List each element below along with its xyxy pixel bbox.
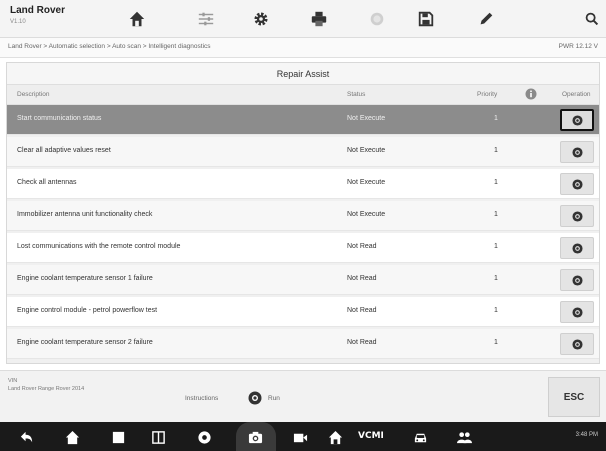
row-priority: 1	[494, 339, 498, 346]
row-priority: 1	[494, 147, 498, 154]
gear-icon[interactable]	[251, 9, 271, 29]
breadcrumb: Land Rover > Automatic selection > Auto …	[8, 43, 211, 50]
row-priority: 1	[494, 179, 498, 186]
table-body: Start communication status Not Execute 1 Cl…	[7, 105, 599, 359]
run-icon	[571, 306, 583, 318]
table-row[interactable]: Clear all adaptive values reset Not Execu…	[7, 137, 599, 167]
row-description: Start communication status	[17, 115, 102, 122]
row-status: Not Read	[347, 307, 377, 314]
operation-button[interactable]	[560, 173, 594, 195]
top-toolbar: Land Rover V1.10	[0, 0, 606, 38]
row-priority: 1	[494, 307, 498, 314]
row-status: Not Read	[347, 339, 377, 346]
row-status: Not Execute	[347, 147, 386, 154]
browser-icon[interactable]	[196, 429, 212, 445]
operation-button[interactable]	[560, 301, 594, 323]
row-status: Not Execute	[347, 115, 386, 122]
row-status: Not Read	[347, 275, 377, 282]
col-operation: Operation	[562, 91, 591, 98]
brand-title: Land Rover	[10, 5, 66, 16]
run-icon[interactable]	[248, 391, 262, 405]
table-row[interactable]: Engine coolant temperature sensor 2 fail…	[7, 329, 599, 359]
table-row[interactable]: Immobilizer antenna unit functionality c…	[7, 201, 599, 231]
camera-icon[interactable]	[247, 429, 263, 445]
vehicle-info: VIN Land Rover Range Rover 2014	[8, 377, 84, 393]
vehicle-home-icon[interactable]	[327, 429, 343, 445]
row-description: Lost communications with the remote cont…	[17, 243, 181, 250]
table-row[interactable]: Check all antennas Not Execute 1	[7, 169, 599, 199]
row-description: Engine coolant temperature sensor 1 fail…	[17, 275, 153, 282]
run-label: Run	[268, 395, 280, 402]
table-row[interactable]: Lost communications with the remote cont…	[7, 233, 599, 263]
table-header: Description Status Priority Operation	[7, 85, 599, 105]
run-icon	[571, 178, 583, 190]
grid-icon[interactable]	[150, 429, 166, 445]
clock: 3:48 PM	[575, 432, 598, 438]
home-icon[interactable]	[127, 9, 147, 29]
print-icon[interactable]	[309, 9, 329, 29]
save-icon[interactable]	[416, 9, 436, 29]
table-row[interactable]: Start communication status Not Execute 1	[7, 105, 599, 135]
vcmi-label[interactable]: VCMI	[358, 431, 384, 441]
run-icon	[571, 210, 583, 222]
run-icon	[571, 146, 583, 158]
home-nav-icon[interactable]	[64, 429, 80, 445]
col-priority: Priority	[477, 91, 498, 98]
footer-bar: VIN Land Rover Range Rover 2014 Instruct…	[0, 370, 606, 422]
system-nav-bar: VCMI 3:48 PM	[0, 422, 606, 451]
run-icon	[571, 114, 583, 126]
settings-sliders-icon[interactable]	[196, 9, 216, 29]
back-icon[interactable]	[18, 429, 34, 445]
row-priority: 1	[494, 243, 498, 250]
operation-button[interactable]	[560, 141, 594, 163]
row-status: Not Execute	[347, 179, 386, 186]
instructions-label: Instructions	[185, 395, 219, 402]
row-status: Not Execute	[347, 211, 386, 218]
operation-button[interactable]	[560, 333, 594, 355]
car-icon[interactable]	[412, 429, 428, 445]
row-priority: 1	[494, 115, 498, 122]
info-icon[interactable]	[525, 88, 537, 102]
capture-icon[interactable]	[367, 9, 387, 29]
voltage-indicator: PWR 12.12 V	[558, 43, 598, 50]
panel-title: Repair Assist	[7, 63, 599, 85]
breadcrumb-bar: Land Rover > Automatic selection > Auto …	[0, 38, 606, 58]
edit-icon[interactable]	[476, 9, 496, 29]
table-row[interactable]: Engine control module - petrol powerflow…	[7, 297, 599, 327]
run-icon	[571, 338, 583, 350]
row-status: Not Read	[347, 243, 377, 250]
row-description: Engine control module - petrol powerflow…	[17, 307, 158, 314]
operation-button[interactable]	[560, 269, 594, 291]
row-description: Check all antennas	[17, 179, 77, 186]
search-icon[interactable]	[582, 9, 602, 29]
col-description: Description	[17, 91, 50, 98]
row-priority: 1	[494, 211, 498, 218]
brand: Land Rover V1.10	[10, 5, 90, 27]
esc-button[interactable]: ESC	[548, 377, 600, 417]
video-icon[interactable]	[292, 429, 308, 445]
row-description: Clear all adaptive values reset	[17, 147, 111, 154]
operation-button[interactable]	[560, 109, 594, 131]
users-icon[interactable]	[456, 429, 472, 445]
run-icon	[571, 274, 583, 286]
recent-apps-icon[interactable]	[110, 429, 126, 445]
row-description: Immobilizer antenna unit functionality c…	[17, 211, 153, 218]
repair-assist-panel: Repair Assist Description Status Priorit…	[6, 62, 600, 364]
vin-label: VIN	[8, 378, 18, 384]
table-row[interactable]: Engine coolant temperature sensor 1 fail…	[7, 265, 599, 295]
brand-version: V1.10	[10, 19, 26, 25]
operation-button[interactable]	[560, 205, 594, 227]
vehicle-desc: Land Rover Range Rover 2014	[8, 386, 85, 392]
operation-button[interactable]	[560, 237, 594, 259]
run-icon	[571, 242, 583, 254]
row-priority: 1	[494, 275, 498, 282]
col-status: Status	[347, 91, 366, 98]
row-description: Engine coolant temperature sensor 2 fail…	[17, 339, 153, 346]
